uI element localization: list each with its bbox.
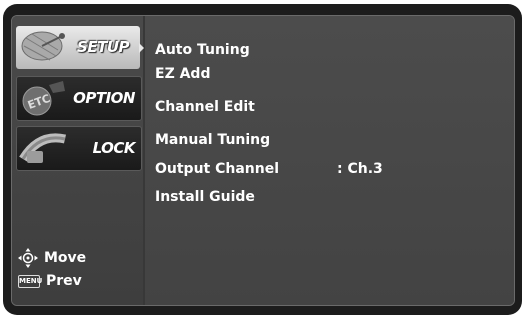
category-sidebar: SETUP ETC OPTION LOCK Move MENU Prev [12, 16, 144, 305]
menu-item-ez-add[interactable]: EZ Add [155, 66, 210, 82]
setup-menu-panel: Auto Tuning EZ Add Channel Edit Manual T… [145, 16, 514, 305]
osd-menu-window: SETUP ETC OPTION LOCK Move MENU Prev Aut… [11, 15, 515, 306]
menu-item-auto-tuning[interactable]: Auto Tuning [155, 42, 250, 58]
tab-lock[interactable]: LOCK [16, 126, 142, 171]
tab-option-label: OPTION [73, 89, 135, 107]
osd-frame: SETUP ETC OPTION LOCK Move MENU Prev Aut… [3, 4, 522, 315]
move-hint: Move [18, 248, 86, 268]
tab-option[interactable]: ETC OPTION [16, 76, 142, 121]
etc-icon: ETC [22, 81, 65, 116]
prev-label: Prev [46, 273, 82, 289]
lock-key-icon [19, 133, 67, 163]
menu-item-install-guide[interactable]: Install Guide [155, 189, 255, 205]
tab-setup[interactable]: SETUP [16, 26, 140, 69]
tab-setup-label: SETUP [77, 38, 129, 56]
menu-item-channel-edit[interactable]: Channel Edit [155, 99, 255, 115]
satellite-dish-icon [21, 31, 65, 61]
menu-button-icon: MENU [18, 274, 42, 288]
selected-arrow-icon [139, 43, 144, 53]
menu-item-manual-tuning[interactable]: Manual Tuning [155, 132, 270, 148]
menu-item-output-channel[interactable]: Output Channel [155, 161, 279, 177]
move-label: Move [44, 250, 87, 266]
tab-lock-label: LOCK [92, 139, 136, 157]
directional-pad-icon [18, 248, 38, 268]
output-channel-value: : Ch.3 [337, 161, 383, 177]
prev-hint: MENU Prev [18, 273, 82, 289]
